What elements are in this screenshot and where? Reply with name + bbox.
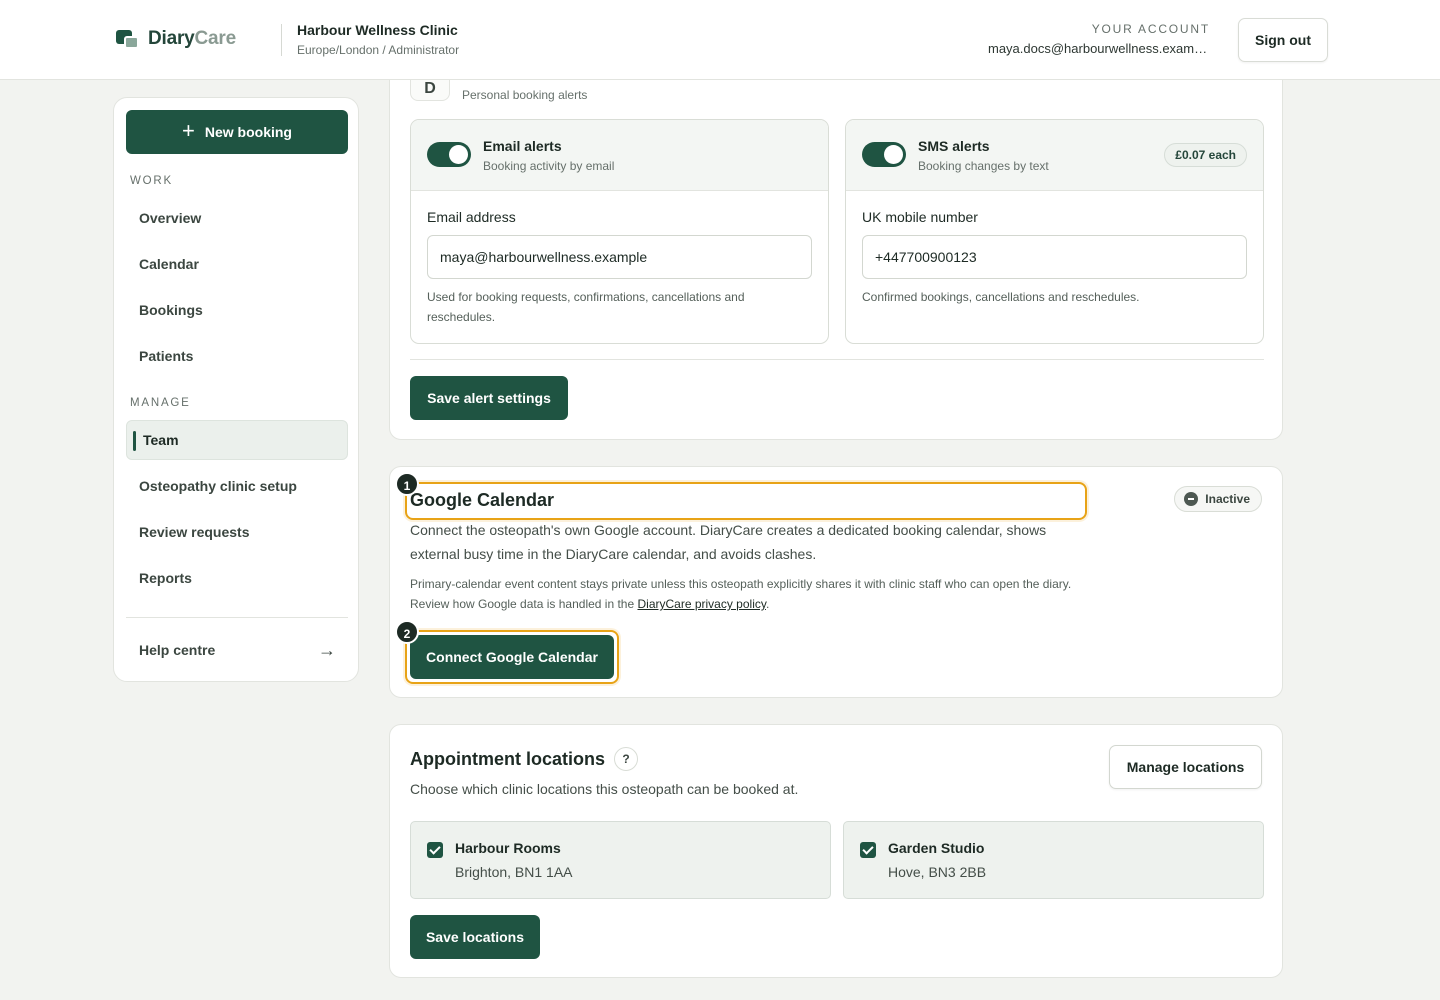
alerts-subtitle: Personal booking alerts [462, 88, 588, 102]
email-alerts-title: Email alerts [483, 138, 562, 154]
sidebar-item-reports[interactable]: Reports [126, 558, 348, 598]
account-label: YOUR ACCOUNT [1091, 22, 1210, 36]
clinic-timezone-role: Europe/London / Administrator [297, 43, 460, 57]
sidebar-item-patients[interactable]: Patients [126, 336, 348, 376]
sms-alerts-card: SMS alerts Booking changes by text £0.07… [845, 119, 1264, 344]
location-card-garden-studio[interactable]: Garden Studio Hove, BN3 2BB [843, 821, 1264, 899]
sidebar-item-label: Osteopathy clinic setup [139, 478, 297, 494]
step-marker-2: 2 [395, 620, 419, 644]
google-calendar-panel: Google Calendar 1 Inactive Connect the o… [389, 466, 1283, 698]
mobile-number-label: UK mobile number [862, 209, 978, 225]
question-icon[interactable]: ? [614, 747, 638, 771]
save-locations-button[interactable]: Save locations [410, 915, 540, 959]
privacy-policy-link[interactable]: DiaryCare privacy policy [637, 597, 765, 611]
email-help-text: Used for booking requests, confirmations… [427, 290, 745, 324]
locations-subtitle: Choose which clinic locations this osteo… [410, 781, 799, 797]
sms-help-text: Confirmed bookings, cancellations and re… [862, 290, 1140, 304]
location-name: Harbour Rooms [455, 840, 561, 856]
sidebar-divider [126, 617, 348, 618]
clinic-name: Harbour Wellness Clinic [297, 22, 458, 38]
sidebar-item-calendar[interactable]: Calendar [126, 244, 348, 284]
clinic-info: Harbour Wellness Clinic Europe/London / … [297, 22, 459, 57]
toggle-knob [884, 145, 903, 164]
sidebar-item-bookings[interactable]: Bookings [126, 290, 348, 330]
sms-alerts-header: SMS alerts Booking changes by text £0.07… [846, 120, 1263, 191]
sidebar-item-label: Calendar [139, 256, 199, 272]
save-alert-settings-button[interactable]: Save alert settings [410, 376, 568, 420]
sidebar-item-osteopathy-clinic-setup[interactable]: Osteopathy clinic setup [126, 466, 348, 506]
step-marker-1: 1 [395, 472, 419, 496]
status-label: Inactive [1205, 492, 1250, 506]
top-bar: DiaryCare Harbour Wellness Clinic Europe… [0, 0, 1440, 80]
sms-price-badge: £0.07 each [1164, 143, 1247, 167]
sidebar-item-label: Reports [139, 570, 192, 586]
sidebar-item-team[interactable]: Team [126, 420, 348, 460]
new-booking-button[interactable]: + New booking [126, 110, 348, 154]
sidebar: + New booking WORK Overview Calendar Boo… [113, 97, 359, 682]
booking-alerts-panel: D Personal booking alerts Email alerts B… [389, 40, 1283, 440]
sidebar-item-label: Review requests [139, 524, 250, 540]
email-alerts-header: Email alerts Booking activity by email [411, 120, 828, 191]
sidebar-item-label: Team [143, 432, 179, 448]
sms-alerts-title: SMS alerts [918, 138, 990, 154]
appointment-locations-panel: Appointment locations ? Choose which cli… [389, 724, 1283, 978]
brand-name: DiaryCare [148, 28, 236, 49]
active-indicator [133, 431, 136, 451]
minus-circle-icon [1184, 492, 1199, 506]
toggle-knob [449, 145, 468, 164]
plus-icon: + [182, 118, 195, 143]
highlight-box-connect [405, 630, 619, 684]
google-calendar-description: Connect the osteopath's own Google accou… [410, 522, 1047, 562]
sms-alerts-desc: Booking changes by text [918, 159, 1049, 173]
help-centre-link[interactable]: Help centre → [126, 630, 348, 670]
email-alerts-card: Email alerts Booking activity by email E… [410, 119, 829, 344]
privacy-note-suffix: . [765, 597, 770, 611]
email-alerts-desc: Booking activity by email [483, 159, 615, 173]
locations-title: Appointment locations [410, 748, 605, 769]
sidebar-item-overview[interactable]: Overview [126, 198, 348, 238]
google-calendar-privacy-note: Primary-calendar event content stays pri… [410, 574, 1080, 614]
brand-logo[interactable]: DiaryCare [116, 28, 236, 50]
highlight-box-title [405, 482, 1087, 520]
location-name: Garden Studio [888, 840, 985, 856]
email-address-input[interactable] [427, 235, 812, 279]
location-address: Hove, BN3 2BB [888, 864, 987, 880]
checkbox-checked-icon[interactable] [427, 842, 443, 858]
diarycare-logo-icon [116, 28, 140, 50]
email-alerts-toggle[interactable] [427, 142, 471, 167]
mobile-number-input[interactable] [862, 235, 1247, 279]
email-address-label: Email address [427, 209, 516, 225]
sidebar-item-label: Bookings [139, 302, 203, 318]
sidebar-item-label: Patients [139, 348, 194, 364]
manage-locations-button[interactable]: Manage locations [1109, 745, 1262, 789]
help-centre-label: Help centre [139, 642, 216, 658]
sign-out-button[interactable]: Sign out [1238, 18, 1328, 62]
location-address: Brighton, BN1 1AA [455, 864, 573, 880]
locations-title-row: Appointment locations ? [410, 747, 638, 771]
location-card-harbour-rooms[interactable]: Harbour Rooms Brighton, BN1 1AA [410, 821, 831, 899]
account-email: maya.docs@harbourwellness.example [988, 41, 1210, 56]
new-booking-label: New booking [204, 124, 292, 140]
section-label-work: WORK [130, 175, 173, 187]
alerts-divider [410, 359, 1264, 360]
sidebar-item-review-requests[interactable]: Review requests [126, 512, 348, 552]
status-badge: Inactive [1174, 486, 1262, 512]
checkbox-checked-icon[interactable] [860, 842, 876, 858]
header-divider [281, 24, 282, 56]
section-label-manage: MANAGE [130, 397, 191, 409]
sidebar-item-label: Overview [139, 210, 202, 226]
arrow-right-icon: → [318, 639, 336, 660]
sms-alerts-toggle[interactable] [862, 142, 906, 167]
account-info: YOUR ACCOUNT maya.docs@harbourwellness.e… [988, 22, 1210, 56]
